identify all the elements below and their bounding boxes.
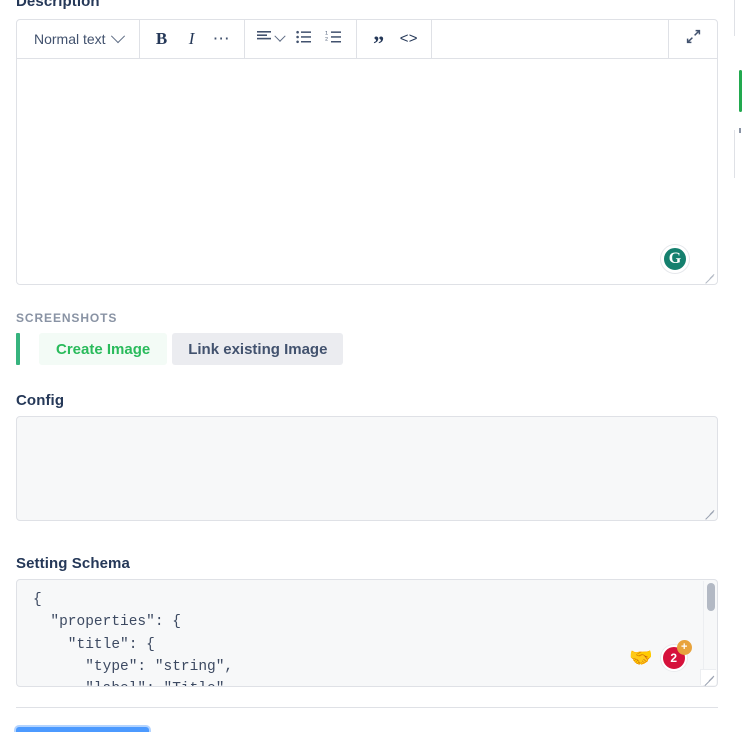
- align-left-icon: [256, 30, 272, 48]
- handshake-emoji-icon[interactable]: 🤝: [629, 649, 653, 668]
- toolbar-group-blocks: ” <>: [357, 20, 432, 58]
- edit-form-page: Description Normal text B I ⋯ 1 2 ” <> G…: [0, 0, 744, 732]
- bulleted-list-icon: [295, 30, 312, 49]
- chevron-down-icon: [273, 30, 286, 42]
- setting-schema-value: { "properties": { "title": { "type": "st…: [33, 592, 234, 686]
- add-reaction-icon[interactable]: +: [676, 640, 692, 655]
- editor-toolbar: Normal text B I ⋯ 1 2 ” <>: [17, 20, 717, 59]
- setting-schema-label: Setting Schema: [16, 555, 130, 572]
- quote-icon: ”: [373, 30, 385, 56]
- description-label: Description: [16, 0, 100, 10]
- screenshots-caption: SCREENSHOTS: [16, 311, 118, 325]
- bulleted-list-button[interactable]: [290, 25, 318, 53]
- submit-button[interactable]: [16, 727, 149, 732]
- setting-schema-resize-handle[interactable]: [700, 669, 716, 685]
- more-formatting-button[interactable]: ⋯: [208, 25, 236, 53]
- italic-button[interactable]: I: [178, 25, 206, 53]
- screenshots-accent-bar: [16, 333, 20, 365]
- description-input[interactable]: G: [17, 59, 717, 284]
- config-resize-handle[interactable]: [702, 505, 716, 519]
- right-panel-divider-top: [734, 0, 735, 36]
- svg-text:2: 2: [325, 36, 328, 42]
- screenshots-actions: Create Image Link existing Image: [16, 333, 344, 365]
- toolbar-group-expand: [669, 20, 717, 58]
- right-panel-divider-bottom: [734, 130, 735, 178]
- align-button[interactable]: [253, 25, 288, 53]
- description-resize-handle[interactable]: [703, 270, 715, 282]
- code-block-button[interactable]: <>: [395, 25, 423, 53]
- code-icon: <>: [399, 30, 418, 48]
- toolbar-group-text-style: Normal text: [17, 20, 140, 58]
- ellipsis-icon: ⋯: [212, 29, 231, 48]
- config-textarea[interactable]: [16, 416, 718, 521]
- chevron-down-icon: [110, 29, 125, 44]
- reaction-controls: 🤝 2 +: [629, 640, 692, 673]
- scrollbar-thumb[interactable]: [706, 583, 715, 611]
- footer-divider: [16, 707, 718, 708]
- text-style-select[interactable]: Normal text: [25, 25, 131, 53]
- create-image-button[interactable]: Create Image: [39, 333, 168, 365]
- expand-editor-button[interactable]: [679, 25, 707, 53]
- text-style-value: Normal text: [34, 31, 106, 47]
- numbered-list-button[interactable]: 1 2: [320, 25, 348, 53]
- description-editor[interactable]: Normal text B I ⋯ 1 2 ” <> G: [16, 19, 718, 285]
- toolbar-spacer: [432, 20, 669, 58]
- bold-button[interactable]: B: [148, 25, 176, 53]
- toolbar-group-formatting: B I ⋯: [140, 20, 245, 58]
- right-panel-accent-bar: [739, 70, 742, 112]
- setting-schema-textarea[interactable]: { "properties": { "title": { "type": "st…: [16, 579, 718, 687]
- bold-icon: B: [155, 29, 168, 48]
- link-existing-image-button[interactable]: Link existing Image: [172, 333, 344, 365]
- grammarly-letter: G: [668, 250, 682, 267]
- expand-arrows-icon: [686, 29, 701, 49]
- reaction-count-badge[interactable]: 2 +: [660, 640, 692, 673]
- blockquote-button[interactable]: ”: [365, 25, 393, 56]
- grammarly-icon[interactable]: G: [661, 245, 689, 273]
- right-panel-marker: [739, 128, 741, 133]
- toolbar-group-lists: 1 2: [245, 20, 357, 58]
- right-edge-panel: [730, 0, 744, 732]
- config-label: Config: [16, 392, 65, 409]
- italic-icon: I: [188, 29, 195, 48]
- numbered-list-icon: 1 2: [325, 30, 342, 49]
